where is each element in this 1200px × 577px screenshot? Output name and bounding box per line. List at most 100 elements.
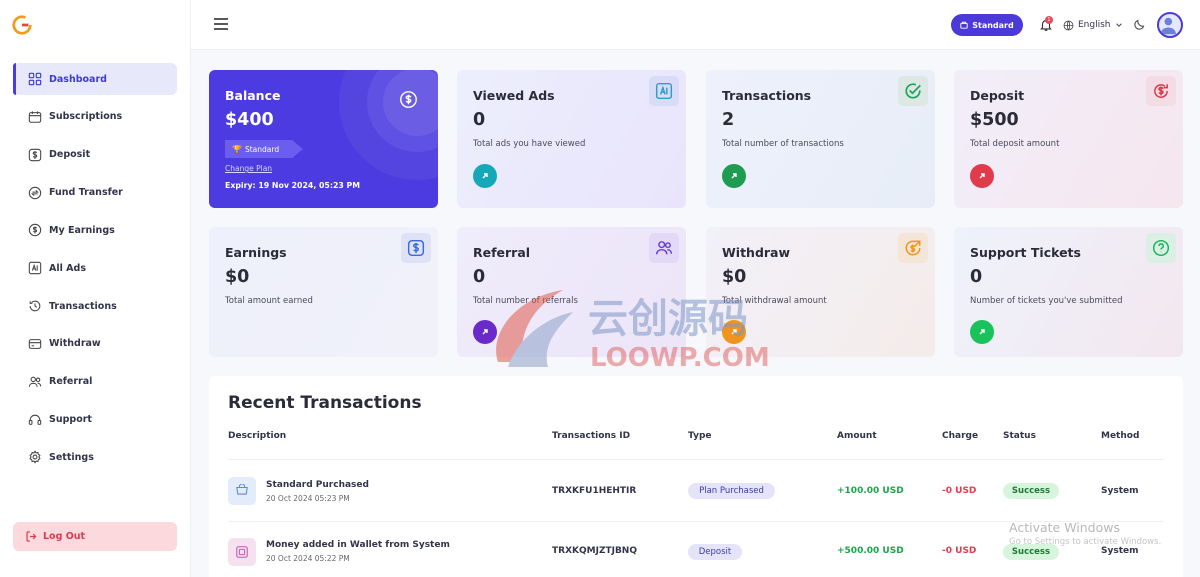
divider	[228, 459, 1164, 460]
viewed-ads-card: Viewed Ads 0 Total ads you have viewed	[457, 70, 686, 208]
language-selector[interactable]: English	[1063, 17, 1123, 33]
row-charge: -0 USD	[942, 486, 977, 496]
withdraw-icon	[28, 337, 42, 351]
plan-button[interactable]: Standard	[951, 14, 1023, 36]
balance-value: $400	[225, 110, 274, 130]
column-header-transactions-id: Transactions ID	[552, 431, 631, 441]
row-type-icon-box	[228, 538, 256, 566]
referral-title: Referral	[473, 245, 531, 260]
sidebar-item-deposit[interactable]: Deposit	[13, 139, 177, 171]
sidebar-item-fund-transfer[interactable]: Fund Transfer	[13, 177, 177, 209]
support-tickets-card: Support Tickets 0 Number of tickets you'…	[954, 227, 1183, 357]
earnings-title: Earnings	[225, 245, 287, 260]
transactions-link-button[interactable]	[722, 164, 746, 188]
row-description: Standard Purchased	[266, 480, 369, 490]
viewed-ads-desc: Total ads you have viewed	[473, 139, 586, 149]
logout-button[interactable]: Log Out	[13, 522, 177, 551]
plan-button-label: Standard	[972, 20, 1014, 30]
earnings-value: $0	[225, 267, 250, 287]
referral-value: 0	[473, 267, 486, 287]
transactions-icon-box	[898, 76, 928, 106]
withdraw-value: $0	[722, 267, 747, 287]
avatar[interactable]	[1157, 12, 1183, 38]
transactions-value: 2	[722, 110, 735, 130]
dollar-icon	[28, 148, 42, 162]
viewed-ads-link-button[interactable]	[473, 164, 497, 188]
withdraw-title: Withdraw	[722, 245, 791, 260]
earnings-card: Earnings $0 Total amount earned	[209, 227, 438, 357]
question-circle-icon	[1152, 239, 1170, 257]
logout-label: Log Out	[43, 531, 86, 542]
plan-badge-label: Standard	[244, 144, 280, 154]
column-header-description: Description	[228, 431, 287, 441]
plan-badge: 🏆 Standard	[225, 140, 303, 158]
earnings-desc: Total amount earned	[225, 296, 313, 306]
activate-windows-subtitle: Go to Settings to activate Windows.	[1009, 537, 1162, 547]
column-header-method: Method	[1101, 431, 1140, 441]
deposit-desc: Total deposit amount	[970, 139, 1060, 149]
sidebar-item-dashboard[interactable]: Dashboard	[13, 63, 177, 95]
column-header-amount: Amount	[837, 431, 877, 441]
ads-icon	[655, 82, 673, 100]
sidebar-item-label: Dashboard	[49, 73, 107, 85]
row-amount: +100.00 USD	[837, 486, 904, 496]
top-bar: Standard 1 English	[191, 0, 1200, 50]
balance-title: Balance	[225, 88, 281, 103]
expiry-text: Expiry: 19 Nov 2024, 05:23 PM	[225, 181, 360, 190]
change-plan-link[interactable]: Change Plan	[225, 164, 272, 173]
transactions-card: Transactions 2 Total number of transacti…	[706, 70, 935, 208]
dollar-icon	[407, 239, 425, 257]
sidebar-item-subscriptions[interactable]: Subscriptions	[13, 101, 177, 133]
balance-card: Balance $400 🏆 Standard Change Plan Expi…	[209, 70, 438, 208]
moon-icon[interactable]	[1133, 18, 1146, 31]
sidebar-item-referral[interactable]: Referral	[13, 366, 177, 398]
transfer-icon	[28, 186, 42, 200]
support-tickets-title: Support Tickets	[970, 245, 1081, 260]
globe-icon	[1063, 20, 1074, 30]
support-icon	[28, 413, 42, 427]
referral-icon-box	[649, 233, 679, 263]
column-header-charge: Charge	[942, 431, 979, 441]
support-tickets-desc: Number of tickets you've submitted	[970, 296, 1123, 306]
column-header-status: Status	[1003, 431, 1036, 441]
withdraw-link-button[interactable]	[722, 320, 746, 344]
chevron-down-icon	[1115, 23, 1122, 27]
row-status-badge: Success	[1003, 483, 1059, 499]
sidebar-item-support[interactable]: Support	[13, 404, 177, 436]
decor-circle	[339, 70, 438, 180]
ads-icon	[28, 261, 42, 275]
gear-icon	[28, 450, 42, 465]
row-method: System	[1101, 546, 1139, 556]
cart-icon	[236, 484, 248, 495]
row-description: Money added in Wallet from System	[266, 540, 450, 550]
row-method: System	[1101, 486, 1139, 496]
brand-logo-icon[interactable]	[11, 14, 33, 36]
support-tickets-link-button[interactable]	[970, 320, 994, 344]
column-header-type: Type	[688, 431, 712, 441]
withdraw-card: Withdraw $0 Total withdrawal amount	[706, 227, 935, 357]
sidebar-item-withdraw[interactable]: Withdraw	[13, 328, 177, 360]
arrow-up-right-icon	[731, 329, 737, 335]
deposit-value: $500	[970, 110, 1019, 130]
row-date: 20 Oct 2024 05:22 PM	[266, 554, 350, 563]
sidebar-item-transactions[interactable]: Transactions	[13, 290, 177, 322]
recent-transactions-title: Recent Transactions	[228, 393, 422, 413]
row-date: 20 Oct 2024 05:23 PM	[266, 494, 350, 503]
deposit-link-button[interactable]	[970, 164, 994, 188]
row-amount: +500.00 USD	[837, 546, 904, 556]
transactions-desc: Total number of transactions	[722, 139, 844, 149]
sidebar-item-settings[interactable]: Settings	[13, 441, 177, 473]
row-transaction-id: TRXKFU1HEHTIR	[552, 486, 637, 496]
sidebar-item-my-earnings[interactable]: My Earnings	[13, 214, 177, 246]
trophy-icon: 🏆	[232, 144, 242, 154]
dollar-refresh-icon	[1154, 84, 1168, 98]
check-circle-icon	[905, 83, 921, 99]
sidebar-item-all-ads[interactable]: All Ads	[13, 252, 177, 284]
support-tickets-icon-box	[1146, 233, 1176, 263]
transactions-title: Transactions	[722, 88, 812, 103]
sidebar-nav: Dashboard Subscriptions Deposit Fund Tra…	[13, 63, 177, 479]
referral-desc: Total number of referrals	[473, 296, 578, 306]
menu-icon[interactable]	[213, 17, 229, 31]
referral-link-button[interactable]	[473, 320, 497, 344]
sidebar-item-label: Fund Transfer	[49, 187, 123, 199]
